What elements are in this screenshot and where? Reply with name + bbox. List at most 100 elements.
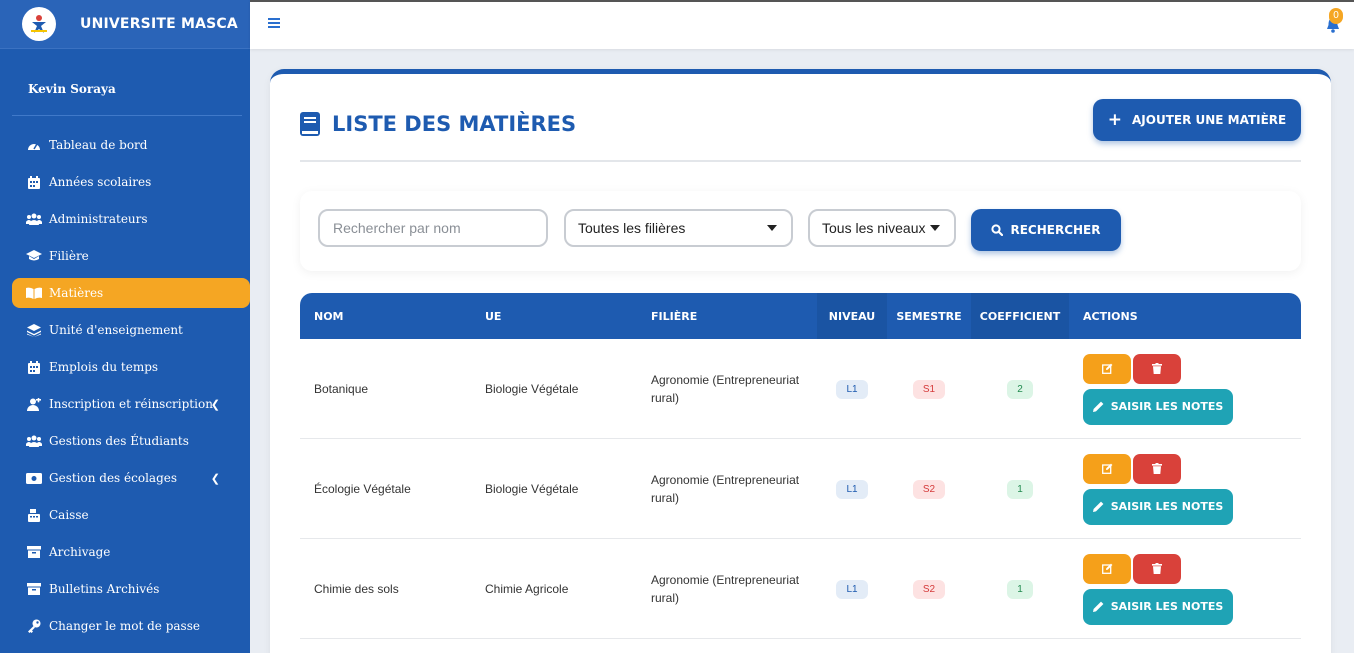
sidebar-item-annees-scolaires[interactable]: Années scolaires	[12, 167, 250, 197]
search-input[interactable]	[318, 209, 548, 247]
user-name: Kevin Soraya	[28, 82, 116, 96]
cell-ue: Chimie Agricole	[485, 582, 569, 596]
menu-toggle-icon[interactable]	[268, 18, 280, 30]
sidebar-item-label: Inscription et réinscription	[49, 397, 213, 411]
chevron-left-icon: ❮	[210, 472, 220, 485]
sidebar-item-matieres[interactable]: Matières	[12, 278, 250, 308]
column-header-coefficient[interactable]: COEFFICIENT	[971, 293, 1069, 339]
layers-icon	[26, 323, 42, 337]
column-header-filiere[interactable]: FILIÈRE	[637, 293, 817, 339]
sidebar-nav: Tableau de bord Années scolaires Adminis…	[0, 130, 250, 641]
sidebar-item-label: Emplois du temps	[49, 360, 159, 374]
calendar-icon	[26, 360, 42, 374]
top-bar: 0	[250, 0, 1354, 49]
divider	[300, 160, 1301, 162]
sidebar-item-label: Administrateurs	[49, 212, 148, 226]
niveau-badge: L1	[836, 379, 868, 399]
coefficient-badge: 1	[1007, 579, 1033, 599]
niveau-badge: L1	[836, 479, 868, 499]
saisir-notes-button[interactable]: SAISIR LES NOTES	[1083, 388, 1233, 425]
sidebar-item-label: Matières	[49, 286, 104, 300]
sidebar-item-administrateurs[interactable]: Administrateurs	[12, 204, 250, 234]
users-icon	[26, 434, 42, 448]
saisir-notes-button[interactable]: SAISIR LES NOTES	[1083, 588, 1233, 625]
sidebar-item-archivage[interactable]: Archivage	[12, 537, 250, 567]
cash-register-icon	[26, 508, 42, 522]
semestre-badge: S2	[912, 579, 946, 599]
cell-nom: Botanique	[314, 382, 369, 396]
sidebar-item-unite-enseignement[interactable]: Unité d'enseignement	[12, 315, 250, 345]
add-matiere-label: AJOUTER UNE MATIÈRE	[1132, 113, 1287, 127]
table-row: Chimie des sols Chimie Agricole Agronomi…	[300, 539, 1301, 639]
delete-button[interactable]	[1133, 353, 1181, 384]
sidebar-item-label: Archivage	[49, 545, 111, 559]
page-title-text: LISTE DES MATIÈRES	[332, 112, 577, 136]
filiere-select[interactable]: Toutes les filières	[564, 209, 793, 247]
cell-nom: Chimie des sols	[314, 582, 399, 596]
column-header-nom[interactable]: NOM	[300, 293, 471, 339]
search-button-label: RECHERCHER	[1010, 223, 1101, 237]
sidebar-item-inscription[interactable]: Inscription et réinscription ❮	[12, 389, 250, 419]
semestre-badge: S2	[912, 479, 946, 499]
pencil-icon	[1092, 401, 1104, 412]
sidebar-item-emplois-du-temps[interactable]: Emplois du temps	[12, 352, 250, 382]
filiere-select-value: Toutes les filières	[578, 220, 686, 236]
filter-panel: Toutes les filières Tous les niveaux REC…	[300, 191, 1301, 271]
delete-button[interactable]	[1133, 453, 1181, 484]
dashboard-icon	[26, 138, 42, 152]
book-open-icon	[26, 286, 42, 300]
search-button[interactable]: RECHERCHER	[971, 209, 1121, 251]
sidebar-item-label: Tableau de bord	[49, 138, 148, 152]
pencil-icon	[1092, 601, 1104, 612]
calendar-icon	[26, 175, 42, 189]
actions-cell: SAISIR LES NOTES	[1069, 539, 1301, 639]
sidebar-item-gestions-etudiants[interactable]: Gestions des Étudiants	[12, 426, 250, 456]
saisir-notes-label: SAISIR LES NOTES	[1110, 400, 1224, 413]
sidebar-item-label: Filière	[49, 249, 89, 263]
delete-button[interactable]	[1133, 553, 1181, 584]
main-card: LISTE DES MATIÈRES + AJOUTER UNE MATIÈRE…	[270, 69, 1331, 653]
actions-cell: SAISIR LES NOTES	[1069, 439, 1301, 539]
sidebar: UNIVERSITE MASCA Kevin Soraya Tableau de…	[0, 0, 250, 653]
niveau-select[interactable]: Tous les niveaux	[808, 209, 956, 247]
cell-filiere: Agronomie (Entrepreneuriat rural)	[651, 573, 800, 605]
sidebar-item-changer-mot-de-passe[interactable]: Changer le mot de passe	[12, 611, 250, 641]
sidebar-item-gestion-ecolages[interactable]: Gestion des écolages ❮	[12, 463, 250, 493]
actions-cell: SAISIR LES NOTES	[1069, 339, 1301, 439]
edit-button[interactable]	[1083, 453, 1131, 484]
sidebar-item-label: Gestions des Étudiants	[49, 434, 189, 448]
university-logo	[22, 7, 56, 41]
sidebar-item-tableau-de-bord[interactable]: Tableau de bord	[12, 130, 250, 160]
coefficient-badge: 1	[1007, 479, 1033, 499]
sidebar-item-caisse[interactable]: Caisse	[12, 500, 250, 530]
sidebar-item-filiere[interactable]: Filière	[12, 241, 250, 271]
saisir-notes-button[interactable]: SAISIR LES NOTES	[1083, 488, 1233, 525]
pencil-icon	[1092, 501, 1104, 512]
column-header-semestre[interactable]: SEMESTRE	[887, 293, 971, 339]
brand-name: UNIVERSITE MASCA	[80, 16, 238, 32]
key-icon	[26, 619, 42, 633]
dropdown-arrow-icon	[930, 225, 940, 231]
coefficient-badge: 2	[1007, 379, 1033, 399]
matieres-table: NOM UE FILIÈRE NIVEAU SEMESTRE COEFFICIE…	[300, 293, 1301, 639]
cell-filiere: Agronomie (Entrepreneuriat rural)	[651, 373, 800, 405]
archive-icon	[26, 582, 42, 596]
brand[interactable]: UNIVERSITE MASCA	[0, 0, 250, 49]
money-icon	[26, 471, 42, 485]
saisir-notes-label: SAISIR LES NOTES	[1110, 600, 1224, 613]
column-header-ue[interactable]: UE	[471, 293, 637, 339]
book-icon	[300, 112, 320, 136]
sidebar-item-bulletins-archives[interactable]: Bulletins Archivés	[12, 574, 250, 604]
edit-icon	[1101, 563, 1112, 574]
table-row: Botanique Biologie Végétale Agronomie (E…	[300, 339, 1301, 439]
edit-button[interactable]	[1083, 353, 1131, 384]
add-matiere-button[interactable]: + AJOUTER UNE MATIÈRE	[1093, 99, 1301, 141]
cell-nom: Écologie Végétale	[314, 482, 411, 496]
cell-ue: Biologie Végétale	[485, 382, 579, 396]
sidebar-item-label: Années scolaires	[49, 175, 152, 189]
table-header: NOM UE FILIÈRE NIVEAU SEMESTRE COEFFICIE…	[300, 293, 1301, 339]
edit-button[interactable]	[1083, 553, 1131, 584]
page-title: LISTE DES MATIÈRES	[300, 112, 576, 136]
column-header-actions: ACTIONS	[1083, 309, 1138, 323]
column-header-niveau[interactable]: NIVEAU	[817, 293, 887, 339]
